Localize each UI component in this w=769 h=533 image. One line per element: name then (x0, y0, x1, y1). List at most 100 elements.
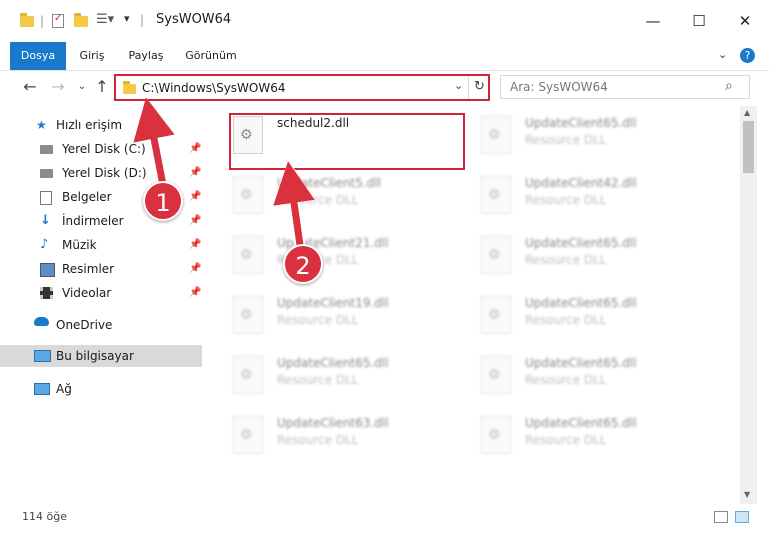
pictures-icon (40, 263, 55, 277)
file-item[interactable]: UpdateClient65.dll Resource DLL (453, 406, 683, 464)
sidebar-item-onedrive[interactable]: OneDrive (0, 314, 202, 336)
pin-icon[interactable]: 📌 (189, 186, 201, 208)
tab-share[interactable]: Paylaş (124, 42, 168, 70)
sidebar-item-label: Yerel Disk (C:) (62, 142, 146, 156)
new-folder-icon[interactable] (74, 13, 88, 27)
file-item[interactable]: UpdateClient63.dll Resource DLL (205, 406, 435, 464)
file-item[interactable]: UpdateClient42.dll Resource DLL (453, 166, 683, 224)
file-name: UpdateClient65.dll (525, 116, 637, 130)
file-type: Resource DLL (525, 373, 607, 387)
file-item[interactable]: UpdateClient65.dll Resource DLL (453, 286, 683, 344)
file-name: UpdateClient65.dll (525, 356, 637, 370)
pin-icon[interactable]: 📌 (189, 258, 201, 280)
close-button[interactable]: ✕ (722, 0, 768, 42)
recent-dropdown-icon[interactable]: ⌄ (72, 77, 92, 97)
sidebar-item-music[interactable]: ♪ Müzik 📌 (0, 234, 202, 256)
computer-icon (34, 350, 51, 362)
file-item[interactable]: UpdateClient65.dll Resource DLL (453, 106, 683, 164)
item-count: 114 öğe (22, 510, 67, 523)
file-type: Resource DLL (277, 433, 359, 447)
file-name: UpdateClient63.dll (277, 416, 389, 430)
back-arrow-icon[interactable]: ← (20, 77, 40, 97)
file-type: Resource DLL (525, 433, 607, 447)
search-icon[interactable]: ⌕ (725, 78, 733, 94)
sidebar-item-pictures[interactable]: Resimler 📌 (0, 258, 202, 280)
tab-home[interactable]: Giriş (74, 42, 110, 70)
pin-icon[interactable]: 📌 (189, 162, 201, 184)
video-icon (40, 287, 53, 299)
dll-file-icon (481, 116, 511, 154)
minimize-button[interactable]: — (630, 0, 676, 42)
dll-file-icon (481, 236, 511, 274)
sidebar-item-label: Ağ (56, 382, 72, 396)
divider (468, 76, 469, 99)
file-item[interactable]: UpdateClient65.dll Resource DLL (453, 226, 683, 284)
callout-badge-1: 1 (143, 181, 183, 221)
large-icons-view-icon[interactable] (735, 511, 749, 523)
address-row: ← → ⌄ ↑ C:\Windows\SysWOW64 ⌄ ↻ Ara: Sys… (0, 71, 769, 105)
separator: | (140, 13, 145, 27)
tab-file[interactable]: Dosya (10, 42, 66, 70)
forward-arrow-icon[interactable]: → (48, 77, 68, 97)
sidebar-item-label: Hızlı erişim (56, 118, 123, 132)
dll-file-icon (481, 356, 511, 394)
tab-view[interactable]: Görünüm (184, 42, 238, 70)
sidebar-item-disk-c[interactable]: Yerel Disk (C:) 📌 (0, 138, 202, 160)
scroll-up-icon[interactable]: ▲ (744, 108, 750, 117)
file-item[interactable]: UpdateClient65.dll Resource DLL (205, 346, 435, 404)
sidebar-item-network[interactable]: Ağ (0, 378, 202, 400)
ribbon-tabs: Dosya Giriş Paylaş Görünüm ⌄ ? (0, 42, 769, 71)
refresh-icon[interactable]: ↻ (474, 79, 485, 94)
pin-icon[interactable]: 📌 (189, 210, 201, 232)
star-icon: ★ (36, 118, 47, 132)
sidebar-item-label: OneDrive (56, 318, 113, 332)
details-view-icon[interactable] (714, 511, 728, 523)
scroll-down-icon[interactable]: ▼ (744, 490, 750, 499)
sidebar-item-label: Müzik (62, 238, 97, 252)
download-icon: ↓ (40, 213, 51, 228)
file-type: Resource DLL (525, 313, 607, 327)
sidebar-item-label: Resimler (62, 262, 115, 276)
file-type: Resource DLL (525, 133, 607, 147)
file-item[interactable]: UpdateClient19.dll Resource DLL (205, 286, 435, 344)
properties-icon[interactable]: ✓ (52, 13, 64, 28)
sidebar-item-disk-d[interactable]: Yerel Disk (D:) 📌 (0, 162, 202, 184)
sidebar-item-this-pc[interactable]: Bu bilgisayar (0, 345, 202, 367)
music-icon: ♪ (40, 237, 49, 252)
sidebar-item-label: Videolar (62, 286, 112, 300)
view-dropdown-icon[interactable]: ☰▾ (96, 12, 114, 27)
pin-icon[interactable]: 📌 (189, 282, 201, 304)
sidebar-item-label: Belgeler (62, 190, 112, 204)
file-item[interactable]: UpdateClient65.dll Resource DLL (453, 346, 683, 404)
search-input[interactable]: Ara: SysWOW64 (510, 80, 608, 94)
pin-icon[interactable]: 📌 (189, 138, 201, 160)
sidebar-item-label: İndirmeler (62, 214, 124, 228)
sidebar-item-videos[interactable]: Videolar 📌 (0, 282, 202, 304)
file-name: UpdateClient42.dll (525, 176, 637, 190)
search-box[interactable]: Ara: SysWOW64 ⌕ (500, 75, 750, 99)
address-bar[interactable]: C:\Windows\SysWOW64 ⌄ ↻ (114, 74, 490, 101)
file-type: Resource DLL (277, 373, 359, 387)
file-name: UpdateClient65.dll (277, 356, 389, 370)
file-type: Resource DLL (277, 193, 359, 207)
up-arrow-icon[interactable]: ↑ (92, 77, 112, 97)
file-item[interactable]: UpdateClient5.dll Resource DLL (205, 166, 435, 224)
file-name: UpdateClient65.dll (525, 296, 637, 310)
folder-icon (123, 81, 136, 94)
file-name: UpdateClient19.dll (277, 296, 389, 310)
dll-file-icon (233, 296, 263, 334)
dll-file-icon (233, 356, 263, 394)
folder-icon (20, 13, 34, 27)
address-dropdown-icon[interactable]: ⌄ (454, 79, 463, 92)
maximize-button[interactable]: ☐ (676, 0, 722, 42)
help-icon[interactable]: ? (740, 48, 755, 63)
sidebar-item-quick-access[interactable]: ★ Hızlı erişim (0, 114, 202, 136)
sidebar-item-label: Yerel Disk (D:) (62, 166, 147, 180)
ribbon-expand-icon[interactable]: ⌄ (718, 48, 727, 61)
customize-toolbar-icon[interactable]: ▾ (124, 12, 130, 25)
pin-icon[interactable]: 📌 (189, 234, 201, 256)
scrollbar-thumb[interactable] (743, 121, 754, 173)
dll-file-icon (481, 296, 511, 334)
dll-file-icon (233, 176, 263, 214)
address-path[interactable]: C:\Windows\SysWOW64 (142, 81, 286, 95)
